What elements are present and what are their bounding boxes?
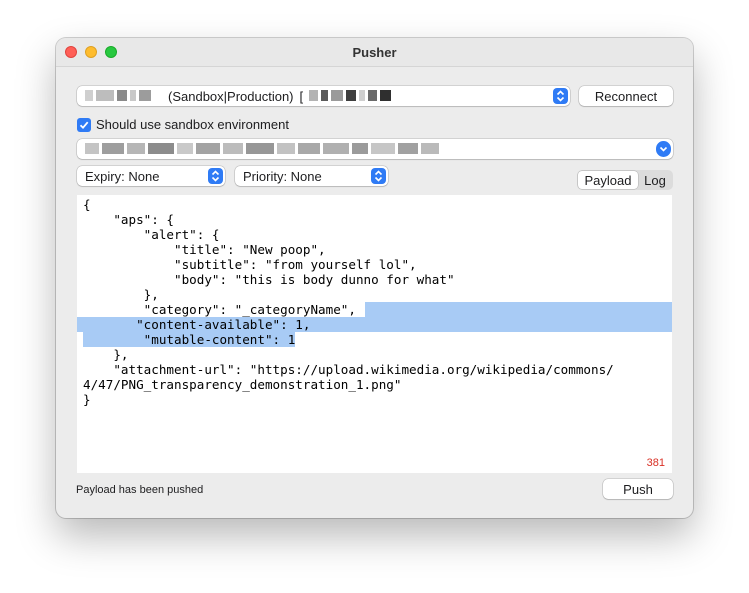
code-line: "attachment-url": "https://upload.wikime… bbox=[83, 362, 614, 377]
close-window-button[interactable] bbox=[65, 46, 77, 58]
redacted-cert-id bbox=[309, 89, 394, 104]
priority-select-label: Priority: None bbox=[243, 168, 322, 184]
selection-highlight bbox=[365, 302, 672, 317]
redacted-device-token bbox=[85, 142, 442, 157]
code-line: "title": "New poop", bbox=[83, 242, 326, 257]
tab-payload[interactable]: Payload bbox=[578, 171, 638, 189]
payload-log-tabs: Payload Log bbox=[577, 170, 673, 190]
minimize-window-button[interactable] bbox=[85, 46, 97, 58]
pusher-window: Pusher (Sandbox|Production) [ Reconnect … bbox=[56, 38, 693, 518]
code-line: } bbox=[83, 392, 91, 407]
reconnect-button[interactable]: Reconnect bbox=[579, 86, 673, 106]
code-line: 4/47/PNG_transparency_demonstration_1.pn… bbox=[83, 377, 402, 392]
redacted-cert-name bbox=[85, 89, 154, 104]
certificate-select-chevron-icon bbox=[553, 88, 568, 104]
push-button[interactable]: Push bbox=[603, 479, 673, 499]
sandbox-checkbox[interactable] bbox=[77, 118, 91, 132]
character-count: 381 bbox=[646, 457, 665, 469]
code-line: { bbox=[83, 197, 91, 212]
expiry-select[interactable]: Expiry: None bbox=[77, 166, 225, 186]
priority-select-chevron-icon bbox=[371, 168, 386, 184]
code-line: "body": "this is body dunno for what" bbox=[83, 272, 455, 287]
code-line: }, bbox=[83, 347, 129, 362]
cert-environment-label: (Sandbox|Production) bbox=[168, 88, 294, 104]
code-line: "aps": { bbox=[83, 212, 174, 227]
device-token-combobox[interactable] bbox=[77, 139, 673, 159]
code-line: "subtitle": "from yourself lol", bbox=[83, 257, 417, 272]
code-line-selected: "content-available": 1, bbox=[77, 317, 672, 332]
window-title: Pusher bbox=[352, 44, 397, 60]
code-line: "alert": { bbox=[83, 227, 220, 242]
priority-select[interactable]: Priority: None bbox=[235, 166, 388, 186]
code-line-selected: "mutable-content": 1 bbox=[83, 332, 668, 347]
device-token-dropdown-chevron-icon[interactable] bbox=[656, 141, 671, 157]
payload-editor[interactable]: { "aps": { "alert": { "title": "New poop… bbox=[77, 195, 672, 473]
window-controls bbox=[65, 46, 117, 58]
expiry-select-label: Expiry: None bbox=[85, 168, 160, 184]
selected-text: "mutable-content": 1 bbox=[83, 332, 296, 347]
payload-code: { "aps": { "alert": { "title": "New poop… bbox=[77, 197, 672, 407]
code-line-text: "category": "_categoryName", bbox=[83, 302, 356, 317]
sandbox-checkbox-label: Should use sandbox environment bbox=[96, 117, 289, 132]
title-bar: Pusher bbox=[56, 38, 693, 67]
zoom-window-button[interactable] bbox=[105, 46, 117, 58]
expiry-select-chevron-icon bbox=[208, 168, 223, 184]
tab-log[interactable]: Log bbox=[638, 171, 672, 189]
code-line: }, bbox=[83, 287, 159, 302]
status-message: Payload has been pushed bbox=[76, 484, 204, 496]
checkmark-icon bbox=[79, 121, 89, 130]
cert-bracket: [ bbox=[299, 88, 304, 104]
certificate-select[interactable]: (Sandbox|Production) [ bbox=[77, 86, 570, 106]
code-line: "category": "_categoryName", bbox=[83, 302, 672, 317]
